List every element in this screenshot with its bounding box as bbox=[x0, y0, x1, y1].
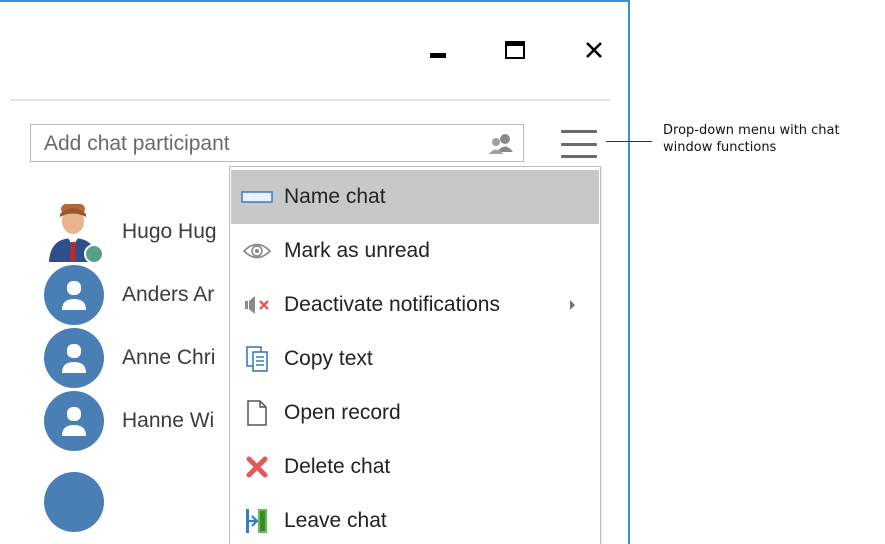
avatar-photo bbox=[44, 202, 104, 264]
exit-door-icon bbox=[240, 507, 274, 535]
menu-item-leave-chat[interactable]: Leave chat bbox=[231, 494, 599, 544]
close-button[interactable] bbox=[576, 32, 612, 68]
speaker-mute-icon bbox=[240, 294, 274, 316]
chat-window: Hugo Hug Anders Ar Anne Chri bbox=[0, 0, 630, 544]
minimize-button[interactable] bbox=[420, 32, 456, 68]
close-icon bbox=[586, 42, 602, 58]
hamburger-menu-icon[interactable] bbox=[559, 127, 599, 161]
submenu-arrow-icon bbox=[570, 300, 575, 310]
menu-item-name-chat[interactable]: Name chat bbox=[231, 170, 599, 224]
red-x-icon bbox=[240, 455, 274, 479]
add-participant-input[interactable] bbox=[42, 131, 466, 157]
add-participant-field[interactable] bbox=[30, 124, 524, 162]
maximize-button[interactable] bbox=[497, 32, 533, 68]
menu-item-copy-text[interactable]: Copy text bbox=[231, 332, 599, 386]
menu-item-mark-unread[interactable]: Mark as unread bbox=[231, 224, 599, 278]
participant-name: Hugo Hug bbox=[122, 220, 217, 243]
participant-name: Anne Chri bbox=[122, 346, 216, 369]
participant-name: Anders Ar bbox=[122, 283, 215, 306]
maximize-icon bbox=[505, 41, 525, 59]
add-people-icon[interactable] bbox=[487, 132, 515, 161]
menu-item-label: Delete chat bbox=[284, 455, 391, 478]
user-avatar-icon bbox=[44, 265, 104, 325]
menu-item-delete-chat[interactable]: Delete chat bbox=[231, 440, 599, 494]
header-divider bbox=[10, 99, 610, 101]
rename-field-icon bbox=[240, 190, 274, 204]
menu-item-label: Copy text bbox=[284, 347, 373, 370]
copy-document-icon bbox=[240, 345, 274, 373]
menu-item-label: Mark as unread bbox=[284, 239, 430, 262]
callout-pointer-line bbox=[606, 141, 652, 142]
menu-item-label: Leave chat bbox=[284, 509, 387, 532]
chat-functions-menu: Name chat Mark as unread Deactivate noti… bbox=[229, 166, 601, 544]
page-icon bbox=[240, 399, 274, 427]
minimize-icon bbox=[430, 53, 446, 58]
menu-item-open-record[interactable]: Open record bbox=[231, 386, 599, 440]
eye-icon bbox=[240, 241, 274, 261]
participant-name: Hanne Wi bbox=[122, 409, 215, 432]
menu-item-deactivate-notifications[interactable]: Deactivate notifications bbox=[231, 278, 599, 332]
user-avatar-icon bbox=[44, 472, 104, 532]
callout-annotation: Drop-down menu with chat window function… bbox=[663, 123, 840, 155]
menu-item-label: Deactivate notifications bbox=[284, 293, 500, 316]
user-avatar-icon bbox=[44, 328, 104, 388]
user-avatar-icon bbox=[44, 391, 104, 451]
menu-item-label: Name chat bbox=[284, 185, 386, 208]
menu-item-label: Open record bbox=[284, 401, 401, 424]
